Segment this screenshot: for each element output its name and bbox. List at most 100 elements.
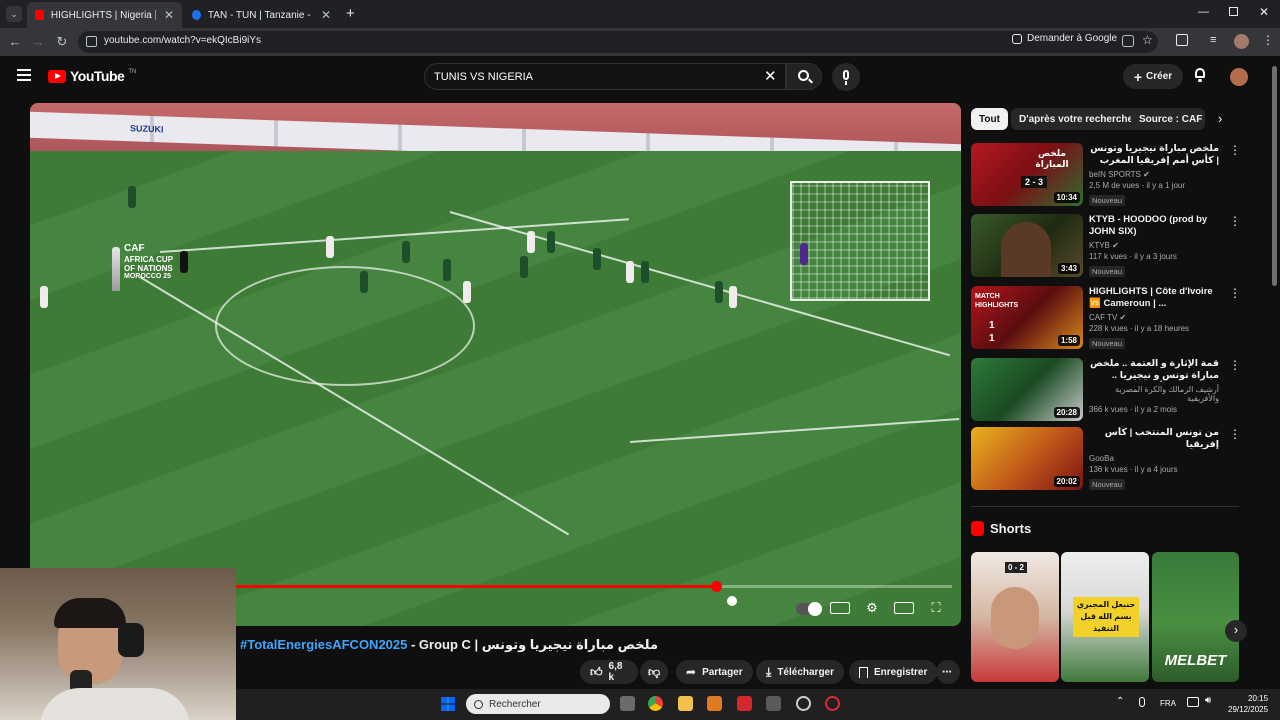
related-video[interactable]: ملخص المباراة 2 - 3 10:34 ملخص مباراة ني… — [971, 143, 1241, 207]
tab-list-chevron-icon[interactable]: ⌄ — [6, 6, 22, 22]
video-title[interactable]: HIGHLIGHTS | Côte d'Ivoire 🆚 Cameroun | … — [1089, 286, 1219, 310]
scrubber-handle[interactable] — [710, 581, 722, 592]
system-tray-chevron-icon[interactable]: ⌃ — [1116, 696, 1124, 707]
app-icon-red[interactable] — [737, 696, 752, 711]
short-video[interactable]: MELBET — [1152, 552, 1239, 682]
share-button[interactable]: ➦ Partager — [676, 660, 753, 684]
more-actions-button[interactable]: ⋯ — [936, 660, 960, 684]
app-icon-orange[interactable] — [707, 696, 722, 711]
video-title[interactable]: من تونس المنتخب | كأس إفريقيا — [1089, 427, 1219, 451]
video-title[interactable]: قمة الإثارة و العتمة .. ملخص مباراة تونس… — [1089, 358, 1219, 382]
chips-next-chevron-icon[interactable]: › — [1218, 111, 1222, 126]
youtube-logo[interactable]: YouTube TN — [48, 68, 136, 84]
browser-menu-icon[interactable]: ⋮ — [1262, 33, 1274, 47]
close-tab-icon[interactable]: ✕ — [164, 8, 174, 22]
taskbar-search[interactable]: Rechercher — [466, 694, 610, 714]
related-video[interactable]: 20:28 قمة الإثارة و العتمة .. ملخص مبارا… — [971, 358, 1241, 422]
channel-name[interactable]: beIN SPORTS ✔ — [1089, 170, 1219, 179]
tab-highlights[interactable]: HIGHLIGHTS | Nigeria 🆚 Tunisie ✕ — [27, 2, 182, 28]
video-thumbnail[interactable]: 3:43 — [971, 214, 1083, 277]
app-icon-gear[interactable] — [796, 696, 811, 711]
tab-tan-tun[interactable]: TAN - TUN | Tanzanie - Tunisie ✕ — [184, 2, 339, 28]
video-menu-icon[interactable]: ⋮ — [1229, 427, 1241, 441]
windows-start-icon[interactable] — [441, 697, 455, 711]
video-menu-icon[interactable]: ⋮ — [1229, 286, 1241, 300]
title-text: - Group C | ملخص مباراة نيجيريا وتونس — [407, 637, 659, 652]
channel-name[interactable]: GooBa — [1089, 454, 1219, 463]
page-scrollbar[interactable] — [1271, 62, 1278, 720]
network-icon[interactable] — [1187, 697, 1199, 707]
video-title[interactable]: KTYB - HOODOO (prod by JOHN SIX) — [1089, 214, 1219, 238]
ask-google-button[interactable]: Demander à Google — [1012, 33, 1117, 44]
restore-icon[interactable] — [1229, 7, 1238, 16]
mic-tray-icon[interactable] — [1139, 697, 1145, 707]
video-thumbnail[interactable]: ملخص المباراة 2 - 3 10:34 — [971, 143, 1083, 206]
create-button[interactable]: + Créer — [1123, 64, 1183, 89]
video-thumbnail[interactable]: 20:28 — [971, 358, 1083, 421]
clear-search-icon[interactable]: ✕ — [764, 67, 777, 85]
taskbar-clock[interactable]: 20:15 29/12/2025 — [1228, 693, 1268, 715]
site-info-icon[interactable] — [86, 36, 97, 47]
hamburger-menu-icon[interactable] — [17, 69, 31, 81]
back-icon[interactable]: ← — [6, 33, 24, 51]
short-video[interactable]: حنبعل المجبري بسم الله قبل التنفيذ — [1061, 552, 1149, 682]
media-controls-icon[interactable]: ≡ — [1210, 34, 1216, 46]
fullscreen-icon[interactable]: ⛶ — [926, 600, 946, 616]
download-button[interactable]: ⤓ Télécharger — [756, 660, 845, 684]
app-icon-dark[interactable] — [766, 696, 781, 711]
channel-name[interactable]: KTYB ✔ — [1089, 241, 1219, 250]
bookmark-star-icon[interactable]: ☆ — [1142, 33, 1153, 47]
chip-all[interactable]: Tout — [971, 108, 1008, 130]
dislike-button[interactable]: 👎︎ — [640, 660, 668, 684]
file-explorer-icon[interactable] — [678, 696, 693, 711]
video-progress-bar[interactable] — [236, 581, 952, 592]
autoplay-toggle-icon[interactable] — [796, 602, 822, 616]
forward-icon[interactable]: → — [29, 33, 47, 51]
channel-name[interactable]: CAF TV ✔ — [1089, 313, 1219, 322]
notifications-bell-icon[interactable] — [1193, 68, 1207, 82]
profile-avatar[interactable] — [1234, 34, 1249, 49]
close-window-icon[interactable]: ✕ — [1259, 5, 1269, 19]
minimize-icon[interactable]: — — [1198, 6, 1209, 18]
extensions-icon[interactable] — [1176, 34, 1188, 46]
subtitles-icon[interactable] — [830, 602, 850, 614]
like-button[interactable]: 👍︎ 6,8 k — [580, 660, 638, 684]
voice-search-button[interactable] — [832, 63, 860, 91]
video-thumbnail[interactable]: 20:02 — [971, 427, 1083, 490]
account-avatar[interactable] — [1230, 68, 1248, 86]
video-title[interactable]: ملخص مباراة نيجيريا وتونس | كأس أمم إفري… — [1089, 143, 1219, 167]
task-view-icon[interactable] — [620, 696, 635, 711]
channel-name[interactable]: أرشيف الزمالك والكرة المصرية والأفريقية — [1089, 385, 1219, 403]
chip-from-search[interactable]: D'après votre recherche — [1011, 108, 1142, 130]
related-video[interactable]: 3:43 KTYB - HOODOO (prod by JOHN SIX) KT… — [971, 214, 1241, 278]
title-hashtag[interactable]: #TotalEnergiesAFCON2025 — [240, 637, 407, 652]
related-video[interactable]: 20:02 من تونس المنتخب | كأس إفريقيا GooB… — [971, 427, 1241, 491]
save-button[interactable]: Enregistrer — [849, 660, 938, 684]
section-divider — [971, 506, 1239, 507]
close-tab-icon[interactable]: ✕ — [321, 8, 331, 22]
volume-icon[interactable]: 🔊︎ — [1205, 695, 1211, 706]
new-tab-icon[interactable]: + — [346, 5, 355, 22]
language-indicator[interactable]: FRA — [1160, 699, 1176, 708]
opera-gx-icon[interactable] — [825, 696, 840, 711]
chip-source-caf[interactable]: Source : CAF TV — [1131, 108, 1205, 130]
video-menu-icon[interactable]: ⋮ — [1229, 214, 1241, 228]
thumbnail-text: MATCH HIGHLIGHTS — [975, 293, 1019, 309]
video-title: #TotalEnergiesAFCON2025 - Group C | ملخص… — [240, 637, 658, 653]
video-menu-icon[interactable]: ⋮ — [1229, 143, 1241, 157]
reload-icon[interactable]: ↻ — [53, 33, 71, 51]
brand-line: CAF — [124, 243, 145, 254]
video-player[interactable]: SUZUKI CAF AFRICA CUP OF NATIONS MOROCCO… — [30, 103, 961, 626]
short-video[interactable]: 0 - 2 — [971, 552, 1059, 682]
scrollbar-thumb[interactable] — [1272, 66, 1277, 286]
chrome-icon[interactable] — [648, 696, 663, 711]
related-video[interactable]: MATCH HIGHLIGHTS 1 1 1:58 HIGHLIGHTS | C… — [971, 286, 1241, 350]
thumbs-down-icon: 👎︎ — [648, 664, 661, 679]
miniplayer-icon[interactable] — [894, 602, 914, 614]
search-button[interactable] — [786, 63, 822, 90]
settings-gear-icon[interactable]: ⚙ — [862, 600, 882, 616]
lens-icon[interactable] — [1122, 35, 1134, 47]
video-thumbnail[interactable]: MATCH HIGHLIGHTS 1 1 1:58 — [971, 286, 1083, 349]
video-menu-icon[interactable]: ⋮ — [1229, 358, 1241, 372]
shorts-next-button[interactable]: › — [1225, 620, 1247, 642]
